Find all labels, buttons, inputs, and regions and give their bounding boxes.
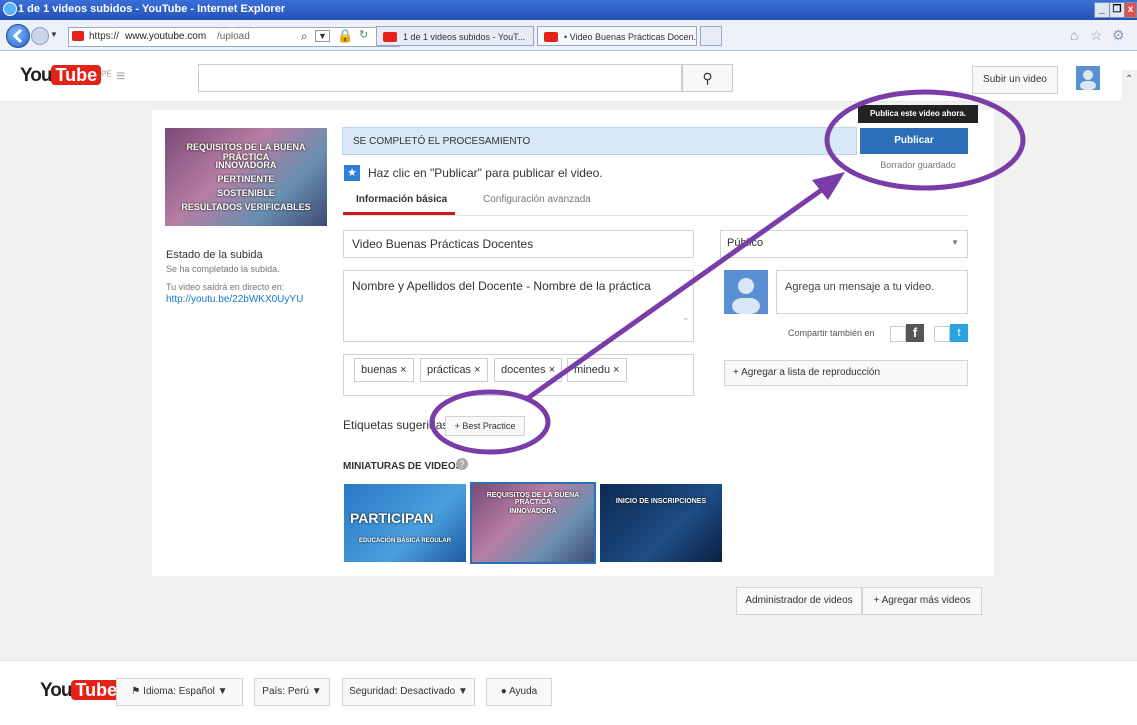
logo-you-text: You	[40, 680, 73, 701]
annotation-circle-publish	[824, 89, 1026, 191]
footer-youtube-logo[interactable]: You Tube	[40, 680, 122, 702]
safety-label: Seguridad: Desactivado	[349, 686, 456, 697]
help-label: Ayuda	[509, 686, 538, 697]
help-button[interactable]: ● Ayuda	[486, 678, 552, 706]
language-button[interactable]: ⚑ Idioma: Español ▼	[116, 678, 243, 706]
help-icon: ●	[500, 686, 507, 697]
language-label: Idioma: Español	[143, 686, 215, 697]
annotation-arrow-line	[526, 181, 832, 401]
country-button[interactable]: País: Perú ▼	[254, 678, 330, 706]
logo-tube-text: Tube	[71, 680, 122, 700]
annotation-circle-tag	[429, 389, 551, 455]
dropdown-arrow-icon: ▼	[458, 686, 468, 697]
annotation-overlay	[429, 89, 1026, 455]
dropdown-arrow-icon: ▼	[217, 686, 228, 697]
country-label: País: Perú	[262, 686, 309, 697]
dropdown-arrow-icon: ▼	[311, 686, 322, 697]
language-icon: ⚑	[131, 686, 141, 697]
safety-mode-button[interactable]: Seguridad: Desactivado ▼	[342, 678, 475, 706]
